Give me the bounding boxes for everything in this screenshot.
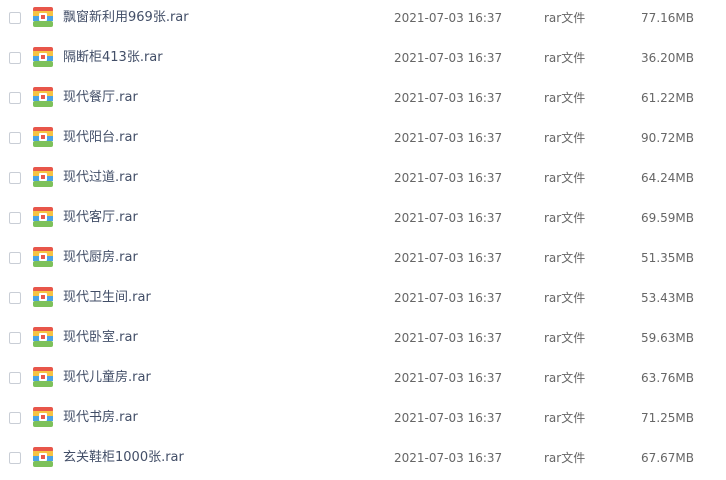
file-modified-time: 2021-07-03 16:37	[394, 251, 503, 265]
file-modified-time: 2021-07-03 16:37	[394, 291, 503, 305]
file-modified-time: 2021-07-03 16:37	[394, 451, 503, 465]
file-modified-time: 2021-07-03 16:37	[394, 171, 503, 185]
rar-archive-icon	[33, 447, 53, 467]
file-row[interactable]: 隔断柜413张.rar 2021-07-03 16:37 rar文件 36.20…	[0, 40, 726, 80]
file-name[interactable]: 飘窗新利用969张.rar	[63, 9, 189, 27]
row-checkbox[interactable]	[9, 132, 21, 144]
file-modified-time: 2021-07-03 16:37	[394, 51, 503, 65]
row-checkbox[interactable]	[9, 252, 21, 264]
rar-archive-icon	[33, 167, 53, 187]
file-type: rar文件	[544, 171, 586, 185]
file-modified-time: 2021-07-03 16:37	[394, 131, 503, 145]
file-type: rar文件	[544, 331, 586, 345]
rar-archive-icon	[33, 7, 53, 27]
row-checkbox[interactable]	[9, 292, 21, 304]
rar-archive-icon	[33, 367, 53, 387]
file-type: rar文件	[544, 291, 586, 305]
file-row[interactable]: 现代卧室.rar 2021-07-03 16:37 rar文件 59.63MB	[0, 320, 726, 360]
row-checkbox[interactable]	[9, 412, 21, 424]
file-name[interactable]: 现代卫生间.rar	[63, 289, 151, 307]
rar-archive-icon	[33, 207, 53, 227]
file-name[interactable]: 现代阳台.rar	[63, 129, 138, 147]
rar-archive-icon	[33, 87, 53, 107]
file-name[interactable]: 现代客厅.rar	[63, 209, 138, 227]
row-checkbox[interactable]	[9, 332, 21, 344]
rar-archive-icon	[33, 47, 53, 67]
row-checkbox[interactable]	[9, 452, 21, 464]
file-type: rar文件	[544, 11, 586, 25]
file-row[interactable]: 现代阳台.rar 2021-07-03 16:37 rar文件 90.72MB	[0, 120, 726, 160]
row-checkbox[interactable]	[9, 172, 21, 184]
file-row[interactable]: 现代餐厅.rar 2021-07-03 16:37 rar文件 61.22MB	[0, 80, 726, 120]
file-type: rar文件	[544, 211, 586, 225]
file-size: 51.35MB	[641, 251, 694, 265]
file-type: rar文件	[544, 131, 586, 145]
file-row[interactable]: 现代卫生间.rar 2021-07-03 16:37 rar文件 53.43MB	[0, 280, 726, 320]
file-name[interactable]: 现代过道.rar	[63, 169, 138, 187]
file-name[interactable]: 现代卧室.rar	[63, 329, 138, 347]
file-modified-time: 2021-07-03 16:37	[394, 411, 503, 425]
file-row[interactable]: 现代过道.rar 2021-07-03 16:37 rar文件 64.24MB	[0, 160, 726, 200]
row-checkbox[interactable]	[9, 52, 21, 64]
rar-archive-icon	[33, 127, 53, 147]
file-name[interactable]: 现代餐厅.rar	[63, 89, 138, 107]
file-modified-time: 2021-07-03 16:37	[394, 211, 503, 225]
file-size: 67.67MB	[641, 451, 694, 465]
file-type: rar文件	[544, 251, 586, 265]
file-modified-time: 2021-07-03 16:37	[394, 331, 503, 345]
file-size: 36.20MB	[641, 51, 694, 65]
file-type: rar文件	[544, 411, 586, 425]
file-name[interactable]: 现代书房.rar	[63, 409, 138, 427]
file-modified-time: 2021-07-03 16:37	[394, 91, 503, 105]
file-type: rar文件	[544, 91, 586, 105]
file-row[interactable]: 飘窗新利用969张.rar 2021-07-03 16:37 rar文件 77.…	[0, 0, 726, 40]
file-row[interactable]: 现代书房.rar 2021-07-03 16:37 rar文件 71.25MB	[0, 400, 726, 440]
row-checkbox[interactable]	[9, 372, 21, 384]
rar-archive-icon	[33, 327, 53, 347]
file-type: rar文件	[544, 371, 586, 385]
row-checkbox[interactable]	[9, 92, 21, 104]
rar-archive-icon	[33, 407, 53, 427]
file-size: 77.16MB	[641, 11, 694, 25]
file-size: 64.24MB	[641, 171, 694, 185]
file-type: rar文件	[544, 451, 586, 465]
file-name[interactable]: 玄关鞋柜1000张.rar	[63, 449, 184, 467]
file-size: 69.59MB	[641, 211, 694, 225]
file-size: 53.43MB	[641, 291, 694, 305]
file-size: 71.25MB	[641, 411, 694, 425]
file-row[interactable]: 玄关鞋柜1000张.rar 2021-07-03 16:37 rar文件 67.…	[0, 440, 726, 480]
file-name[interactable]: 现代厨房.rar	[63, 249, 138, 267]
row-checkbox[interactable]	[9, 212, 21, 224]
file-name[interactable]: 现代儿童房.rar	[63, 369, 151, 387]
rar-archive-icon	[33, 247, 53, 267]
file-size: 90.72MB	[641, 131, 694, 145]
row-checkbox[interactable]	[9, 12, 21, 24]
file-name[interactable]: 隔断柜413张.rar	[63, 49, 163, 67]
file-row[interactable]: 现代客厅.rar 2021-07-03 16:37 rar文件 69.59MB	[0, 200, 726, 240]
file-type: rar文件	[544, 51, 586, 65]
file-size: 63.76MB	[641, 371, 694, 385]
file-modified-time: 2021-07-03 16:37	[394, 11, 503, 25]
file-row[interactable]: 现代儿童房.rar 2021-07-03 16:37 rar文件 63.76MB	[0, 360, 726, 400]
file-modified-time: 2021-07-03 16:37	[394, 371, 503, 385]
file-size: 61.22MB	[641, 91, 694, 105]
rar-archive-icon	[33, 287, 53, 307]
file-row[interactable]: 现代厨房.rar 2021-07-03 16:37 rar文件 51.35MB	[0, 240, 726, 280]
file-size: 59.63MB	[641, 331, 694, 345]
